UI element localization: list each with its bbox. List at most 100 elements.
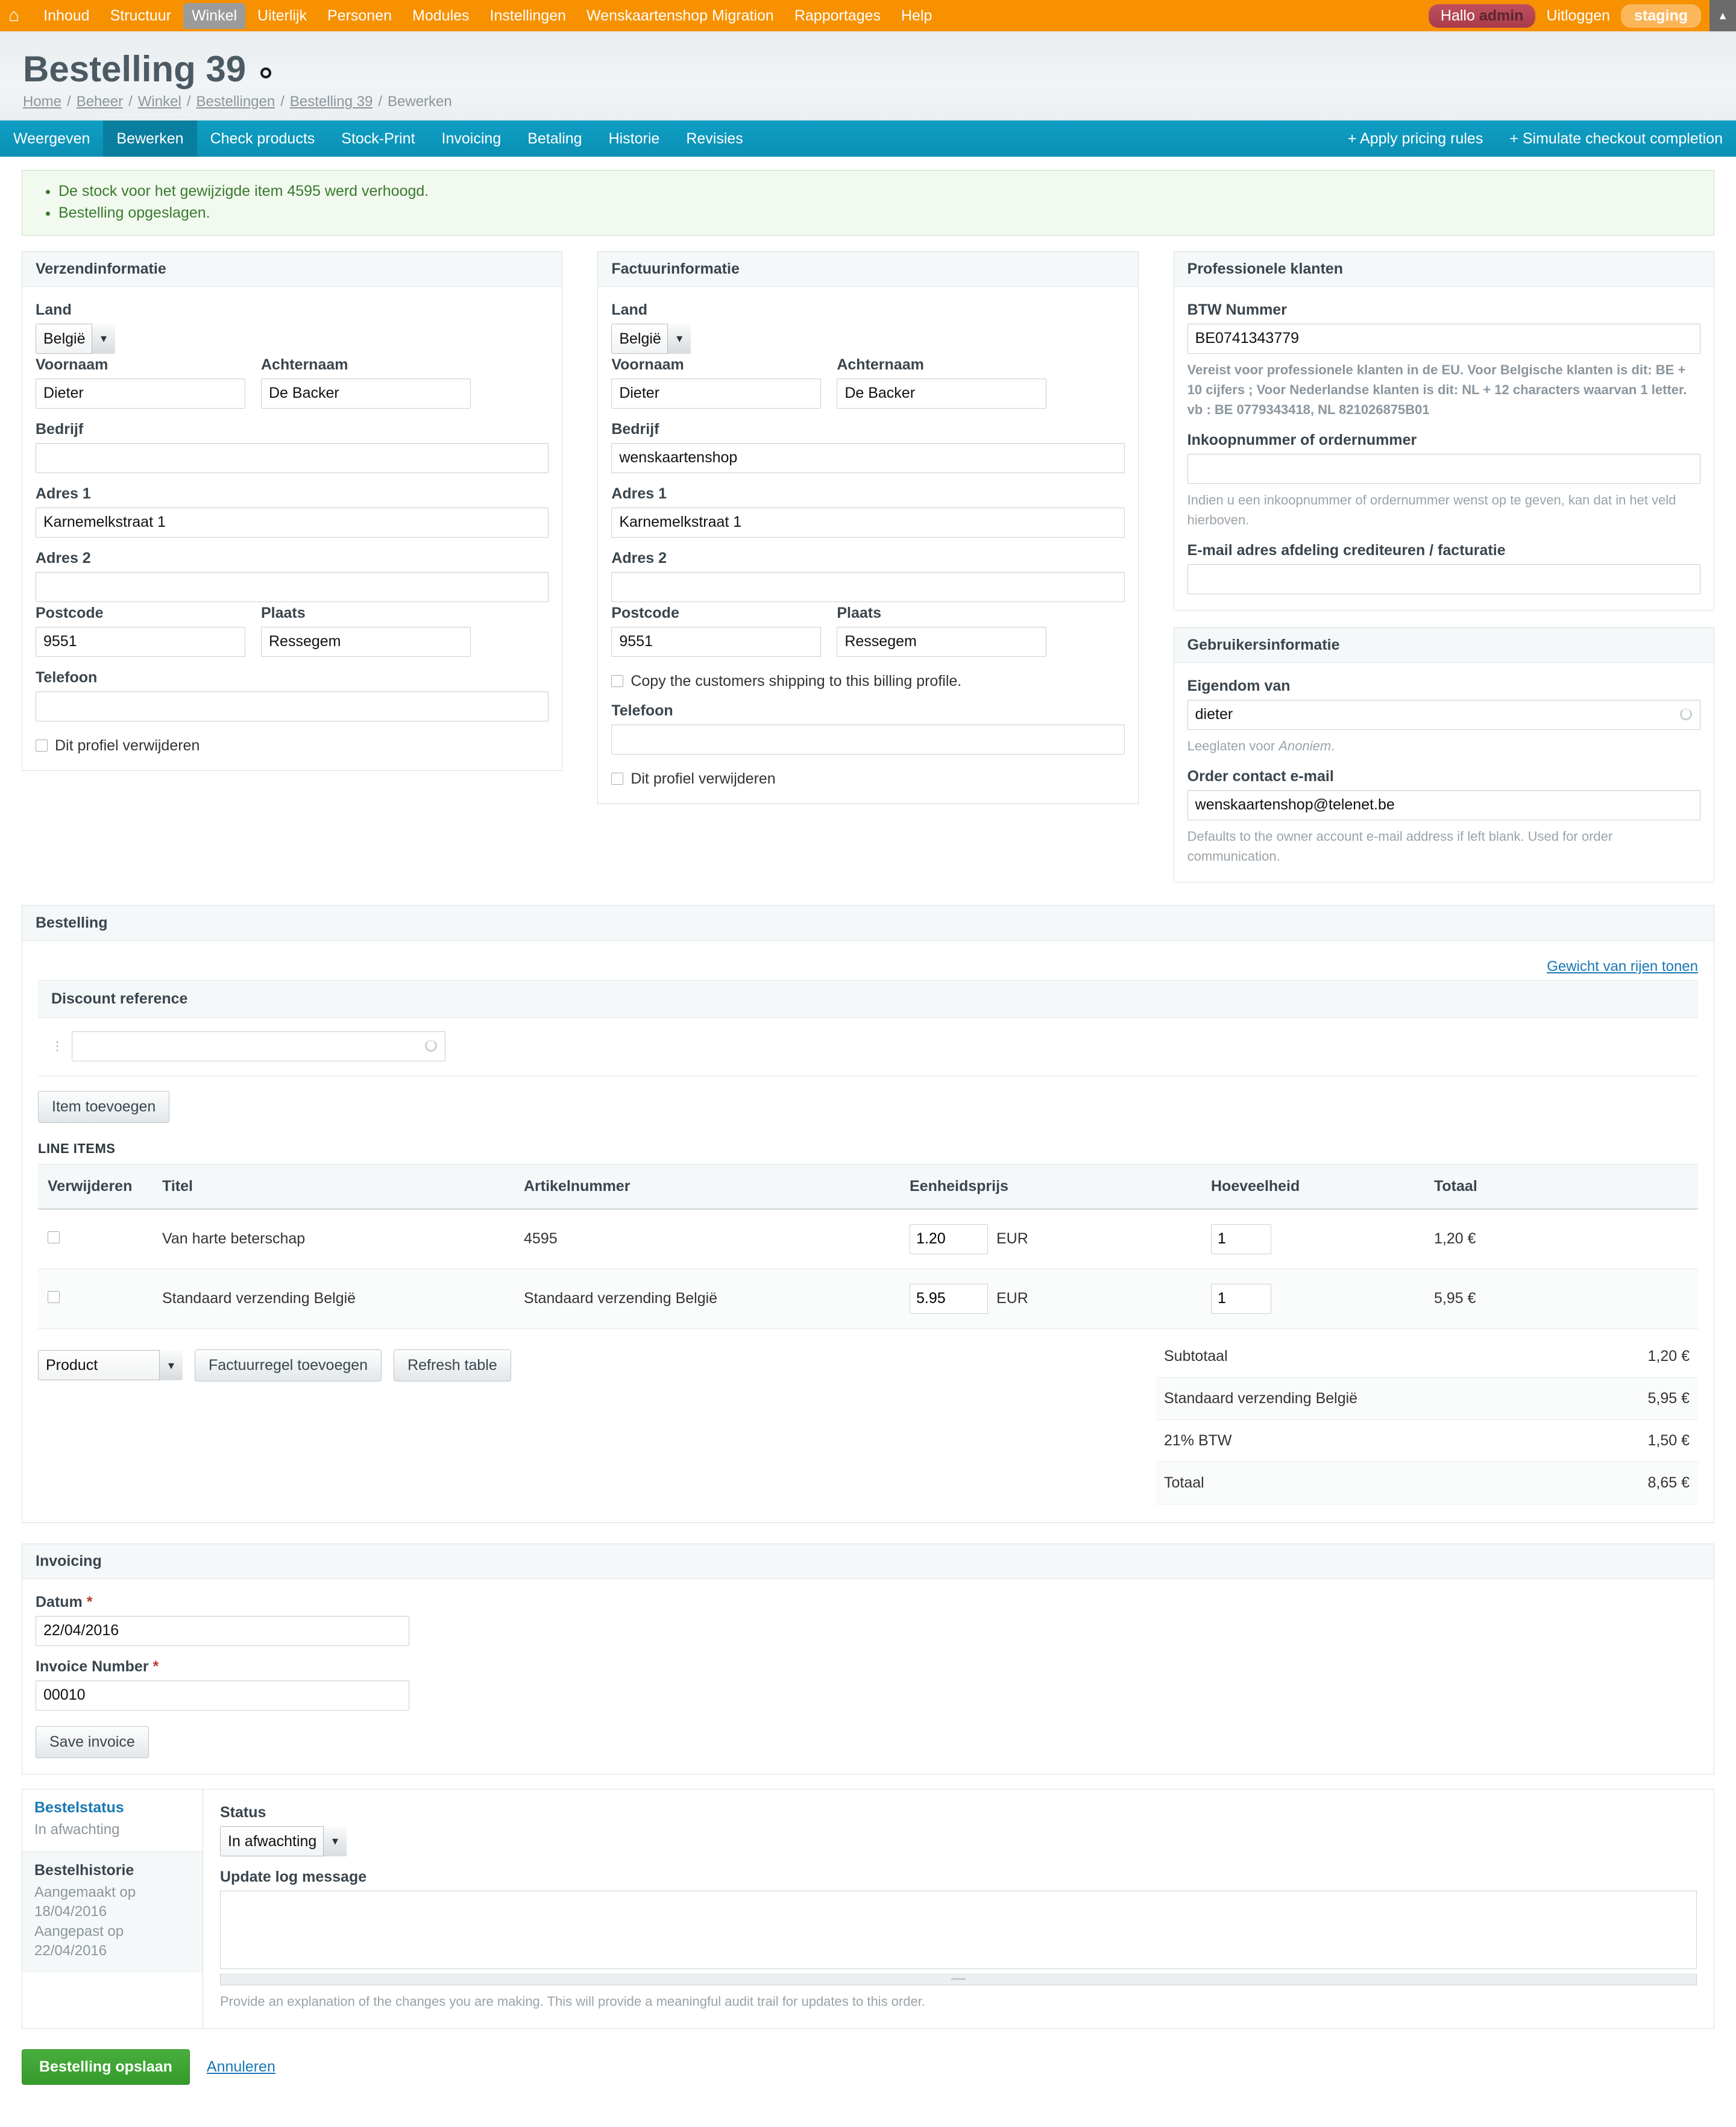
shipping-land-label: Land <box>36 301 72 318</box>
tab-invoicing[interactable]: Invoicing <box>429 121 515 157</box>
tab-weergeven[interactable]: Weergeven <box>0 121 103 157</box>
tab-revisies[interactable]: Revisies <box>673 121 756 157</box>
billing-copy-shipping-checkbox[interactable] <box>611 675 624 687</box>
billing-copy-shipping-row[interactable]: Copy the customers shipping to this bill… <box>611 673 1124 690</box>
add-item-button[interactable]: Item toevoegen <box>38 1090 170 1123</box>
order-contact-email-input[interactable] <box>1187 790 1700 820</box>
ap-email-input[interactable] <box>1187 564 1700 594</box>
shipping-achternaam-input[interactable] <box>261 378 471 409</box>
row-eenheidsprijs-input[interactable] <box>910 1283 988 1314</box>
invoice-date-input[interactable] <box>36 1615 409 1646</box>
breadcrumb-winkel[interactable]: Winkel <box>138 93 181 110</box>
admin-menu-instellingen[interactable]: Instellingen <box>482 3 574 29</box>
admin-menu-help[interactable]: Help <box>893 3 940 29</box>
order-status-sidebar: Bestelstatus In afwachting Bestelhistori… <box>22 1789 203 2028</box>
billing-achternaam-input[interactable] <box>837 378 1047 409</box>
billing-plaats-group: Plaats <box>837 602 1047 657</box>
home-icon[interactable]: ⌂ <box>8 7 19 25</box>
billing-telefoon-input[interactable] <box>611 724 1125 755</box>
shipping-plaats-input[interactable] <box>261 626 471 657</box>
tab-betaling[interactable]: Betaling <box>514 121 595 157</box>
professional-panel-body: BTW Nummer Vereist voor professionele kl… <box>1174 287 1714 610</box>
textarea-resize-grip[interactable] <box>220 1973 1697 1985</box>
totals-amount-btw: 1,50 € <box>1579 1419 1698 1462</box>
drag-handle-icon[interactable]: ⋮ <box>51 1038 63 1054</box>
admin-menu-wenskaartenshop-migration[interactable]: Wenskaartenshop Migration <box>578 3 782 29</box>
breadcrumb-home[interactable]: Home <box>23 93 61 110</box>
invoice-number-input[interactable] <box>36 1680 409 1711</box>
logout-link[interactable]: Uitloggen <box>1546 7 1610 25</box>
billing-delete-profile-checkbox[interactable] <box>611 773 624 785</box>
shipping-adres1-input[interactable] <box>36 507 549 538</box>
admin-menu-winkel[interactable]: Winkel <box>183 2 246 29</box>
row-titel: Van harte beterschap <box>153 1208 514 1269</box>
professional-panel-title: Professionele klanten <box>1174 251 1714 287</box>
shipping-delete-profile-checkbox[interactable] <box>36 740 48 752</box>
shipping-postcode-input[interactable] <box>36 626 245 657</box>
billing-delete-profile-row[interactable]: Dit profiel verwijderen <box>611 770 1124 788</box>
row-eenheidsprijs-cell: EUR <box>900 1269 1201 1329</box>
billing-adres1-input[interactable] <box>611 507 1125 538</box>
discount-reference-input[interactable] <box>72 1031 445 1061</box>
shipping-adres2-input[interactable] <box>36 571 549 602</box>
collapse-toolbar-button[interactable]: ▲ <box>1709 0 1736 31</box>
shipping-land-select[interactable]: België <box>36 323 115 354</box>
save-order-button[interactable]: Bestelling opslaan <box>22 2049 190 2085</box>
tab-historie[interactable]: Historie <box>596 121 673 157</box>
row-hoeveelheid-input[interactable] <box>1211 1224 1271 1254</box>
product-type-select-wrap: Product <box>38 1350 183 1380</box>
admin-menu-rapportages[interactable]: Rapportages <box>786 3 889 29</box>
cancel-link[interactable]: Annuleren <box>207 2058 275 2076</box>
simulate-checkout-completion-action[interactable]: + Simulate checkout completion <box>1496 121 1736 157</box>
shipping-bedrijf-input[interactable] <box>36 442 549 473</box>
billing-adres2-input[interactable] <box>611 571 1125 602</box>
refresh-table-button[interactable]: Refresh table <box>394 1349 511 1381</box>
breadcrumb-bestelling-39[interactable]: Bestelling 39 <box>290 93 373 110</box>
owner-help-pre: Leeglaten voor <box>1187 738 1279 753</box>
column-header-hoeveelheid: Hoeveelheid <box>1201 1163 1424 1210</box>
status-select[interactable]: In afwachting <box>220 1826 347 1856</box>
line-items-thead: Verwijderen Titel Artikelnummer Eenheids… <box>38 1163 1698 1210</box>
product-type-select[interactable]: Product <box>38 1350 183 1380</box>
admin-menu-uiterlijk[interactable]: Uiterlijk <box>249 3 315 29</box>
admin-menu-structuur[interactable]: Structuur <box>102 3 180 29</box>
tab-bewerken[interactable]: Bewerken <box>103 121 197 157</box>
shipping-panel-title: Verzendinformatie <box>22 251 562 287</box>
add-invoice-line-button[interactable]: Factuurregel toevoegen <box>195 1349 382 1381</box>
update-log-message-textarea[interactable] <box>220 1890 1697 1969</box>
shipping-delete-profile-row[interactable]: Dit profiel verwijderen <box>36 737 549 755</box>
required-marker: * <box>86 1593 93 1610</box>
row-hoeveelheid-input[interactable] <box>1211 1283 1271 1314</box>
row-eenheidsprijs-input[interactable] <box>910 1224 988 1254</box>
save-invoice-button[interactable]: Save invoice <box>36 1726 149 1758</box>
shipping-plaats-group: Plaats <box>261 602 471 657</box>
admin-menu-inhoud[interactable]: Inhoud <box>35 3 98 29</box>
owner-autocomplete-input[interactable] <box>1187 699 1700 730</box>
apply-pricing-rules-action[interactable]: + Apply pricing rules <box>1335 121 1496 157</box>
admin-menu-personen[interactable]: Personen <box>319 3 400 29</box>
row-price-group: EUR <box>910 1283 1192 1314</box>
breadcrumb-beheer[interactable]: Beheer <box>77 93 123 110</box>
purchase-order-input[interactable] <box>1187 453 1700 484</box>
billing-land-select[interactable]: België <box>611 323 691 354</box>
order-panel-body: Gewicht van rijen tonen Discount referen… <box>22 941 1714 1522</box>
tab-stock-print[interactable]: Stock-Print <box>328 121 428 157</box>
btw-number-input[interactable] <box>1187 323 1700 354</box>
invoice-number-label-text: Invoice Number <box>36 1657 149 1675</box>
billing-voornaam-input[interactable] <box>611 378 822 409</box>
greeting-badge[interactable]: Hallo admin <box>1428 4 1536 28</box>
row-delete-checkbox[interactable] <box>48 1231 60 1243</box>
billing-plaats-input[interactable] <box>837 626 1047 657</box>
shipping-telefoon-input[interactable] <box>36 691 549 721</box>
shipping-voornaam-input[interactable] <box>36 378 245 409</box>
row-delete-checkbox[interactable] <box>48 1291 60 1303</box>
bestelstatus-title: Bestelstatus <box>34 1799 124 1816</box>
admin-menu-modules[interactable]: Modules <box>404 3 478 29</box>
page-title: Bestelling 39 <box>23 48 1713 90</box>
billing-bedrijf-input[interactable] <box>611 442 1125 473</box>
gear-icon[interactable] <box>260 67 272 78</box>
billing-postcode-input[interactable] <box>611 626 822 657</box>
show-row-weights-link[interactable]: Gewicht van rijen tonen <box>1547 958 1698 975</box>
tab-check-products[interactable]: Check products <box>197 121 329 157</box>
breadcrumb-bestellingen[interactable]: Bestellingen <box>196 93 275 110</box>
